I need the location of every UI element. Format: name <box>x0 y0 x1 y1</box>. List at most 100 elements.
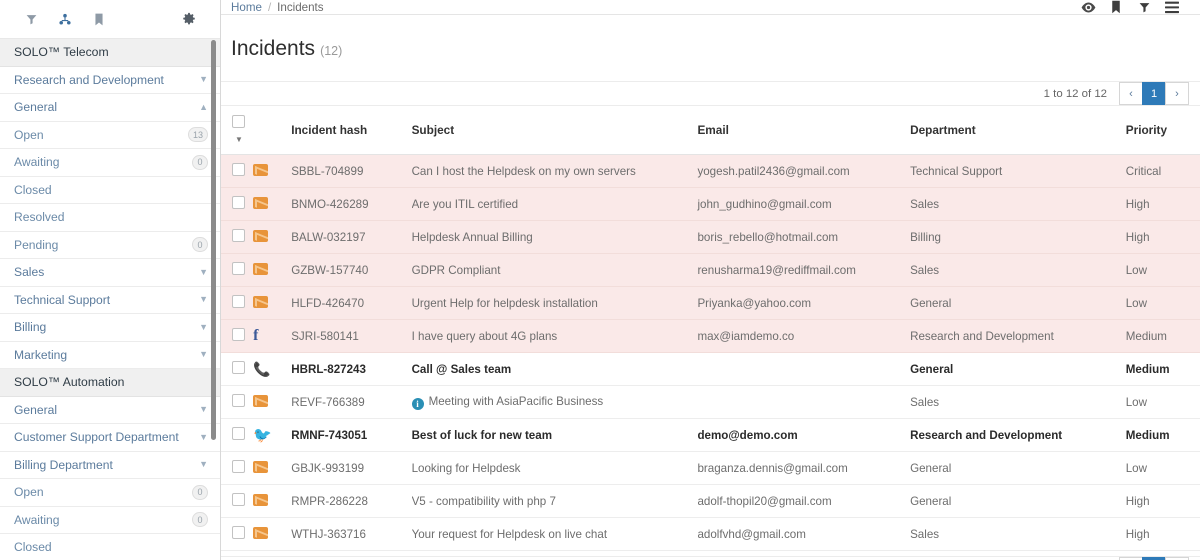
row-channel-cell: 🐦 <box>253 419 291 452</box>
table-row[interactable]: HLFD-426470Urgent Help for helpdesk inst… <box>221 287 1200 320</box>
filter-icon[interactable] <box>14 13 48 26</box>
row-incident-hash[interactable]: BALW-032197 <box>291 221 411 254</box>
chevron-down-icon[interactable]: ▼ <box>199 295 208 304</box>
table-row[interactable]: 📞HBRL-827243Call @ Sales teamGeneralMedi… <box>221 353 1200 386</box>
pagination-page-1-top[interactable]: 1 <box>1142 82 1166 105</box>
row-subject[interactable]: V5 - compatibility with php 7 <box>412 485 698 518</box>
chevron-down-icon[interactable]: ▼ <box>199 460 208 469</box>
row-subject[interactable]: Helpdesk Annual Billing <box>412 221 698 254</box>
row-subject[interactable]: Can I host the Helpdesk on my own server… <box>412 155 698 188</box>
filter-icon[interactable] <box>1130 1 1158 14</box>
table-row[interactable]: fSJRI-580141I have query about 4G plansm… <box>221 320 1200 353</box>
row-subject-text: Looking for Helpdesk <box>412 462 521 475</box>
row-checkbox[interactable] <box>232 295 245 308</box>
table-row[interactable]: WTHJ-363716Your request for Helpdesk on … <box>221 518 1200 551</box>
select-all-checkbox[interactable] <box>232 115 245 128</box>
sidebar-item-research-and-development[interactable]: Research and Development▼ <box>0 67 220 95</box>
breadcrumb-home[interactable]: Home <box>231 1 262 14</box>
chevron-down-icon[interactable]: ▼ <box>199 350 208 359</box>
table-row[interactable]: GZBW-157740GDPR Compliantrenusharma19@re… <box>221 254 1200 287</box>
row-checkbox[interactable] <box>232 460 245 473</box>
sidebar-item-resolved[interactable]: Resolved <box>0 204 220 232</box>
envelope-icon <box>253 527 268 539</box>
row-checkbox[interactable] <box>232 493 245 506</box>
row-checkbox[interactable] <box>232 427 245 440</box>
table-row[interactable]: REVF-766389iMeeting with AsiaPacific Bus… <box>221 386 1200 419</box>
row-checkbox[interactable] <box>232 361 245 374</box>
bookmark-icon[interactable] <box>82 13 116 26</box>
row-incident-hash[interactable]: GBJK-993199 <box>291 452 411 485</box>
row-incident-hash[interactable]: REVF-766389 <box>291 386 411 419</box>
row-checkbox[interactable] <box>232 526 245 539</box>
top-bar: Home / Incidents <box>221 0 1200 15</box>
sidebar-item-billing[interactable]: Billing▼ <box>0 314 220 342</box>
row-subject[interactable]: iMeeting with AsiaPacific Business <box>412 386 698 419</box>
row-incident-hash[interactable]: BNMO-426289 <box>291 188 411 221</box>
table-row[interactable]: RMPR-286228V5 - compatibility with php 7… <box>221 485 1200 518</box>
row-subject[interactable]: Urgent Help for helpdesk installation <box>412 287 698 320</box>
row-subject[interactable]: Best of luck for new team <box>412 419 698 452</box>
chevron-up-icon[interactable]: ▲ <box>199 103 208 112</box>
table-header: ▼ Incident hash Subject Email Department… <box>221 106 1200 155</box>
sidebar-item-general[interactable]: General▼ <box>0 397 220 425</box>
row-subject[interactable]: Your request for Helpdesk on live chat <box>412 518 698 551</box>
chevron-down-icon[interactable]: ▼ <box>199 433 208 442</box>
sidebar-item-billing-department[interactable]: Billing Department▼ <box>0 452 220 480</box>
chevron-down-icon[interactable]: ▼ <box>199 268 208 277</box>
pagination-info-top: 1 to 12 of 12 <box>1044 88 1107 100</box>
chevron-down-icon[interactable]: ▼ <box>235 135 243 144</box>
row-checkbox[interactable] <box>232 394 245 407</box>
header-email[interactable]: Email <box>697 106 910 155</box>
row-incident-hash[interactable]: RMPR-286228 <box>291 485 411 518</box>
eye-icon[interactable] <box>1074 2 1102 13</box>
table-row[interactable]: BALW-032197Helpdesk Annual Billingboris_… <box>221 221 1200 254</box>
chevron-down-icon[interactable]: ▼ <box>199 405 208 414</box>
chevron-down-icon[interactable]: ▼ <box>199 75 208 84</box>
sidebar-item-open[interactable]: Open0 <box>0 479 220 507</box>
sidebar-item-general[interactable]: General▲ <box>0 94 220 122</box>
row-incident-hash[interactable]: HBRL-827243 <box>291 353 411 386</box>
menu-icon[interactable] <box>1158 1 1186 14</box>
row-subject[interactable]: Are you ITIL certified <box>412 188 698 221</box>
sidebar-item-open[interactable]: Open13 <box>0 122 220 150</box>
sidebar-scrollbar[interactable] <box>211 40 216 440</box>
header-priority[interactable]: Priority <box>1126 106 1200 155</box>
sidebar-item-closed[interactable]: Closed <box>0 534 220 560</box>
row-checkbox[interactable] <box>232 229 245 242</box>
pagination-prev-top[interactable]: ‹ <box>1119 82 1143 105</box>
sidebar-item-marketing[interactable]: Marketing▼ <box>0 342 220 370</box>
header-department[interactable]: Department <box>910 106 1126 155</box>
sidebar-item-sales[interactable]: Sales▼ <box>0 259 220 287</box>
row-checkbox[interactable] <box>232 262 245 275</box>
row-incident-hash[interactable]: WTHJ-363716 <box>291 518 411 551</box>
row-incident-hash[interactable]: RMNF-743051 <box>291 419 411 452</box>
row-incident-hash[interactable]: SBBL-704899 <box>291 155 411 188</box>
row-subject[interactable]: I have query about 4G plans <box>412 320 698 353</box>
sidebar-item-awaiting[interactable]: Awaiting0 <box>0 507 220 535</box>
row-incident-hash[interactable]: SJRI-580141 <box>291 320 411 353</box>
row-checkbox[interactable] <box>232 163 245 176</box>
table-row[interactable]: 🐦RMNF-743051Best of luck for new teamdem… <box>221 419 1200 452</box>
row-subject[interactable]: Looking for Helpdesk <box>412 452 698 485</box>
row-incident-hash[interactable]: GZBW-157740 <box>291 254 411 287</box>
sidebar-item-technical-support[interactable]: Technical Support▼ <box>0 287 220 315</box>
sidebar-item-awaiting[interactable]: Awaiting0 <box>0 149 220 177</box>
sidebar-item-pending[interactable]: Pending0 <box>0 232 220 260</box>
table-row[interactable]: SBBL-704899Can I host the Helpdesk on my… <box>221 155 1200 188</box>
header-subject[interactable]: Subject <box>412 106 698 155</box>
sidebar-item-customer-support-department[interactable]: Customer Support Department▼ <box>0 424 220 452</box>
gear-icon[interactable] <box>172 12 206 26</box>
row-subject[interactable]: Call @ Sales team <box>412 353 698 386</box>
sidebar-item-closed[interactable]: Closed <box>0 177 220 205</box>
row-checkbox[interactable] <box>232 196 245 209</box>
pagination-next-top[interactable]: › <box>1165 82 1189 105</box>
bookmark-icon[interactable] <box>1102 0 1130 14</box>
row-subject[interactable]: GDPR Compliant <box>412 254 698 287</box>
header-incident-hash[interactable]: Incident hash <box>291 106 411 155</box>
table-row[interactable]: BNMO-426289Are you ITIL certifiedjohn_gu… <box>221 188 1200 221</box>
chevron-down-icon[interactable]: ▼ <box>199 323 208 332</box>
sitemap-icon[interactable] <box>48 13 82 26</box>
table-row[interactable]: GBJK-993199Looking for Helpdeskbraganza.… <box>221 452 1200 485</box>
row-incident-hash[interactable]: HLFD-426470 <box>291 287 411 320</box>
row-checkbox[interactable] <box>232 328 245 341</box>
